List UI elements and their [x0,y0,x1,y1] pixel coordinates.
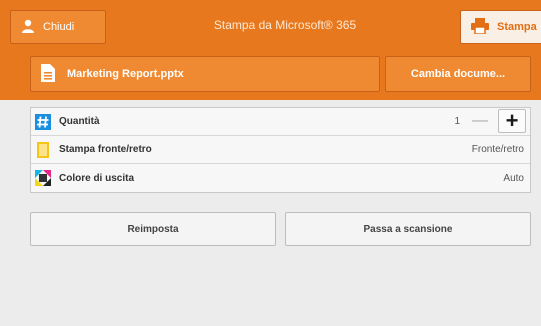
duplex-label: Stampa fronte/retro [59,144,152,155]
quantity-row: Quantità 1 — + [31,108,530,136]
document-icon [41,63,55,85]
top-bar: Chiudi Stampa da Microsoft® 365 Stampa [0,0,541,50]
quantity-value: 1 [454,116,460,127]
document-file-name: Marketing Report.pptx [67,68,184,80]
duplex-row[interactable]: Stampa fronte/retro Fronte/retro [31,136,530,164]
output-color-label: Colore di uscita [59,172,135,184]
page-title: Stampa da Microsoft® 365 [213,18,357,32]
user-icon [21,19,35,36]
output-color-value: Auto [503,172,524,184]
switch-to-scan-button[interactable]: Passa a scansione [285,212,531,246]
close-button-label: Chiudi [43,21,75,33]
hash-icon [35,113,51,130]
print-settings: Quantità 1 — + Stampa fronte/retro Front… [30,107,531,193]
print-button[interactable]: Stampa [460,10,541,44]
document-bar: Marketing Report.pptx Cambia docume... [0,50,541,100]
quantity-increase-button[interactable]: + [498,108,526,133]
duplex-value: Fronte/retro [471,144,524,155]
quantity-decrease-button[interactable]: — [466,111,494,131]
close-button[interactable]: Chiudi [10,10,106,44]
printer-icon [471,17,489,37]
document-file[interactable]: Marketing Report.pptx [30,56,380,92]
change-document-button[interactable]: Cambia docume... [385,56,531,92]
print-button-label: Stampa [497,21,537,33]
color-palette-icon [35,170,51,186]
quantity-label: Quantità [59,116,100,127]
reset-button[interactable]: Reimposta [30,212,276,246]
output-color-row[interactable]: Colore di uscita Auto [31,164,530,192]
duplex-icon [35,141,51,158]
